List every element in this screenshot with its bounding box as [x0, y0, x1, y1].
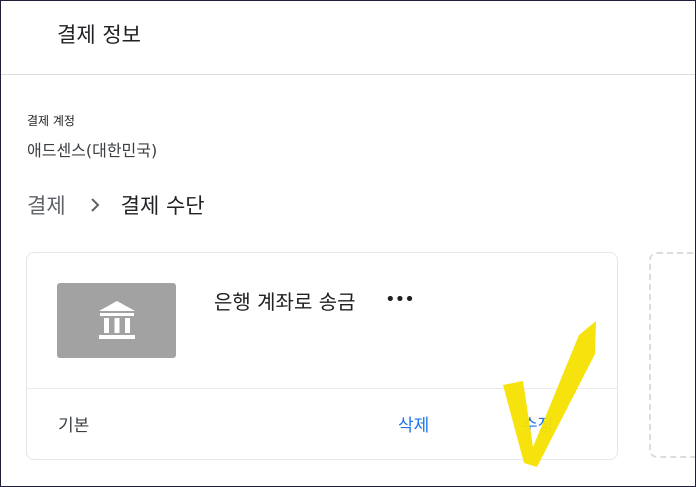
breadcrumb: 결제 결제 수단 — [27, 190, 205, 220]
bank-tile — [57, 283, 176, 358]
edit-button[interactable]: 수정 — [522, 411, 553, 436]
masked-account-suffix: ••• — [385, 289, 415, 310]
add-payment-method-placeholder[interactable] — [649, 252, 695, 458]
card-divider — [27, 388, 617, 389]
billing-account-value: 애드센스(대한민국) — [27, 141, 158, 160]
breadcrumb-current: 결제 수단 — [120, 194, 205, 218]
bank-icon — [98, 300, 135, 339]
payment-method-title: 은행 계좌로 송금 — [214, 290, 356, 314]
billing-account-label: 결제 계정 — [27, 114, 75, 128]
payment-method-card: 은행 계좌로 송금 ••• 기본 삭제 수정 — [26, 252, 618, 460]
default-badge: 기본 — [58, 416, 90, 436]
payment-info-page: 결제 정보 결제 계정 애드센스(대한민국) 결제 결제 수단 은행 계좌로 송… — [0, 0, 696, 487]
breadcrumb-payments-link[interactable]: 결제 — [27, 190, 66, 220]
page-header: 결제 정보 — [1, 1, 695, 75]
delete-button[interactable]: 삭제 — [398, 411, 429, 436]
page-title: 결제 정보 — [57, 23, 141, 47]
chevron-right-icon — [90, 198, 100, 212]
